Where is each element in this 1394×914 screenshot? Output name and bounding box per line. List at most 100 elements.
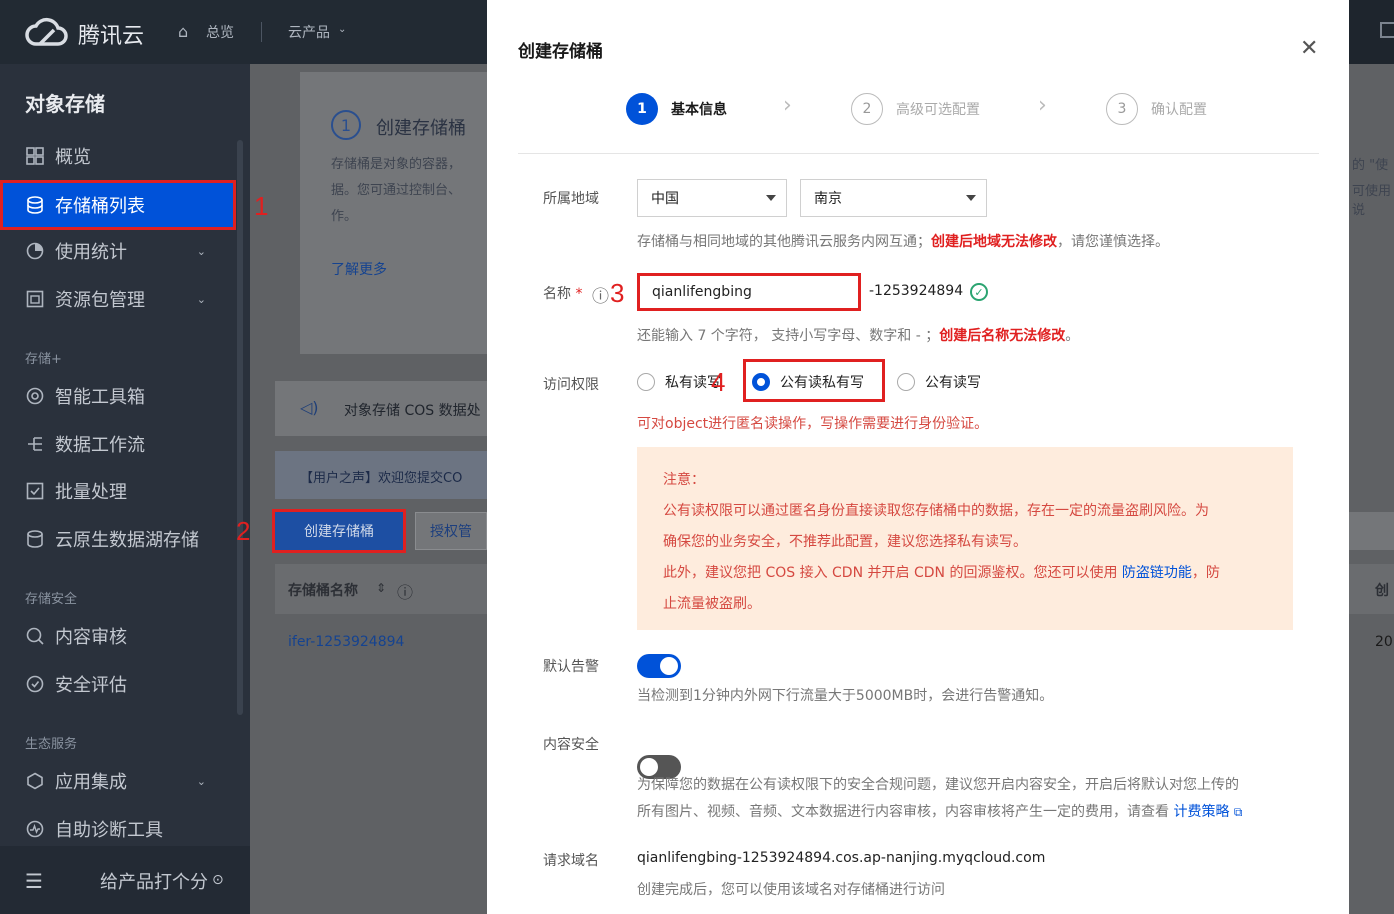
arrow-circle-icon: ⊙	[212, 872, 224, 888]
chevron-right-icon: ›	[783, 93, 792, 118]
create-bucket-button[interactable]: 创建存储桶	[272, 509, 406, 553]
sidebar-item-datalake[interactable]: 云原生数据湖存储	[0, 516, 236, 562]
notice-title: 注意：	[663, 472, 705, 488]
sidebar-item-label: 应用集成	[55, 772, 127, 793]
user-voice-text[interactable]: 【用户之声】欢迎您提交CO	[300, 467, 462, 486]
overview-nav[interactable]: 总览	[206, 22, 234, 42]
risk-notice: 注意： 公有读权限可以通过匿名身份直接读取您存储桶中的数据，存在一定的流量盗刷风…	[637, 447, 1293, 630]
hotlink-protection-link[interactable]: 防盗链功能	[1122, 565, 1192, 581]
chevron-down-icon: ⌄	[196, 292, 206, 306]
sidebar-item-label: 存储桶列表	[55, 196, 145, 217]
notice-line: 止流量被盗刷。	[663, 596, 761, 612]
package-icon	[25, 289, 45, 309]
close-icon[interactable]: ✕	[1300, 36, 1318, 61]
sidebar-item-usage-stats[interactable]: 使用统计 ⌄	[0, 228, 236, 274]
grid-icon	[25, 146, 45, 166]
domain-hint: 创建完成后，您可以使用该域名对存储桶进行访问	[637, 882, 945, 898]
auth-manage-button[interactable]: 授权管	[415, 512, 487, 550]
radio-circle-selected	[752, 373, 770, 391]
appid-suffix: -1253924894	[869, 283, 964, 299]
content-security-hint-text: 所有图片、视频、音频、文本数据进行内容审核，内容审核将产生一定的费用，请查看	[637, 804, 1174, 820]
created-value: 20	[1375, 634, 1393, 650]
radio-public-read[interactable]: 公有读私有写	[752, 372, 864, 392]
name-hint-suffix: 。	[1065, 328, 1080, 344]
announcement-text[interactable]: 对象存储 COS 数据处	[344, 400, 481, 420]
name-label-text: 名称	[543, 286, 571, 302]
region-hint: 存储桶与相同地域的其他腾讯云服务内网互通；创建后地域无法修改，请您谨慎选择。	[637, 231, 1169, 251]
sidebar-item-label: 安全评估	[55, 675, 127, 696]
content-security-hint: 所有图片、视频、音频、文本数据进行内容审核，内容审核将产生一定的费用，请查看 计…	[637, 801, 1242, 821]
sidebar-item-label: 概览	[55, 147, 91, 168]
caret-down-icon	[766, 195, 776, 201]
batch-icon	[25, 481, 45, 501]
content-security-hint: 为保障您的数据在公有读权限下的安全合规问题，建议您开启内容安全，开启后将默认对您…	[637, 777, 1239, 793]
rate-product-link[interactable]: 给产品打个分	[100, 868, 208, 894]
sidebar-item-label: 内容审核	[55, 627, 127, 648]
sidebar-item-batch[interactable]: 批量处理	[0, 468, 236, 514]
sidebar-item-workflow[interactable]: 数据工作流	[0, 421, 236, 467]
home-icon[interactable]: ⌂	[178, 22, 188, 41]
sidebar-item-security-eval[interactable]: 安全评估	[0, 661, 236, 707]
annotation-2: 2	[236, 516, 251, 546]
notice-text: 此外，建议您把 COS 接入 CDN 并开启 CDN 的回源鉴权。您还可以使用	[663, 565, 1122, 581]
region-hint-warning: 创建后地域无法修改	[931, 234, 1057, 250]
step-3-label: 确认配置	[1151, 102, 1207, 118]
alarm-label: 默认告警	[543, 659, 599, 675]
sidebar-item-label: 云原生数据湖存储	[55, 530, 199, 551]
annotation-1: 1	[254, 191, 269, 221]
products-menu[interactable]: 云产品	[288, 22, 330, 42]
radio-circle	[637, 373, 655, 391]
toggle-knob	[660, 657, 678, 675]
menu-collapse-icon[interactable]: ☰	[25, 869, 43, 893]
name-hint: 还能输入 7 个字符， 支持小写字母、数字和 - ；创建后名称无法修改。	[637, 325, 1079, 345]
bucket-name-input[interactable]: qianlifengbing	[637, 273, 861, 311]
toolbar-right	[1349, 512, 1394, 550]
notice-line: 此外，建议您把 COS 接入 CDN 并开启 CDN 的回源鉴权。您还可以使用 …	[663, 558, 1267, 589]
sidebar-item-toolbox[interactable]: 智能工具箱	[0, 373, 236, 419]
alarm-toggle[interactable]	[637, 654, 681, 678]
sidebar-item-content-audit[interactable]: 内容审核	[0, 613, 236, 659]
sidebar-item-overview[interactable]: 概览	[0, 133, 236, 179]
learn-more-link[interactable]: 了解更多	[331, 259, 387, 279]
intro-desc-line: 存储桶是对象的容器，	[331, 157, 462, 172]
info-icon[interactable]: ⓘ	[592, 282, 609, 307]
radio-circle	[897, 373, 915, 391]
required-mark: *	[575, 286, 583, 302]
intro-title: 创建存储桶	[376, 118, 466, 139]
datalake-icon	[25, 529, 45, 549]
external-link-icon[interactable]: ⧉	[1234, 805, 1243, 819]
sidebar-group-ecosystem: 生态服务	[25, 737, 78, 752]
toolbox-icon	[25, 386, 45, 406]
name-hint-text: 还能输入 7 个字符， 支持小写字母、数字和 - ；	[637, 328, 940, 344]
step-circle: 1	[331, 110, 361, 140]
pricing-link[interactable]: 计费策略	[1173, 804, 1229, 820]
sidebar-scrollbar[interactable]	[237, 140, 243, 715]
sort-icon[interactable]: ⇕	[376, 581, 386, 595]
workflow-icon	[25, 434, 45, 454]
city-select[interactable]: 南京	[800, 179, 987, 217]
caret-down-icon	[966, 195, 976, 201]
sidebar-item-label: 数据工作流	[55, 435, 145, 456]
radio-private-rw[interactable]: 私有读写	[637, 372, 721, 392]
step-1-circle: 1	[626, 93, 658, 125]
radio-label: 公有读写	[925, 375, 981, 391]
radio-public-rw[interactable]: 公有读写	[897, 372, 981, 392]
bucket-name-column[interactable]: 存储桶名称	[288, 580, 358, 600]
country-select[interactable]: 中国	[637, 179, 787, 217]
sidebar-item-integration[interactable]: 应用集成 ⌄	[0, 758, 236, 804]
info-icon[interactable]: ⓘ	[397, 579, 413, 603]
chevron-down-icon: ⌄	[196, 244, 206, 258]
content-security-label: 内容安全	[543, 737, 599, 753]
sidebar-item-resource-pack[interactable]: 资源包管理 ⌄	[0, 276, 236, 322]
bucket-icon	[25, 195, 45, 215]
sidebar-item-label: 自助诊断工具	[55, 820, 163, 841]
sidebar-item-bucket-list[interactable]: 存储桶列表	[0, 180, 236, 230]
domain-label: 请求域名	[543, 853, 599, 869]
country-value: 中国	[651, 191, 679, 207]
step-1-label: 基本信息	[671, 102, 727, 118]
sidebar-group-storage-security: 存储安全	[25, 592, 78, 607]
name-hint-warning: 创建后名称无法修改	[939, 328, 1066, 344]
logo-text[interactable]: 腾讯云	[78, 18, 144, 50]
access-label: 访问权限	[543, 377, 599, 393]
bucket-row-name[interactable]: ifer-1253924894	[288, 634, 404, 650]
